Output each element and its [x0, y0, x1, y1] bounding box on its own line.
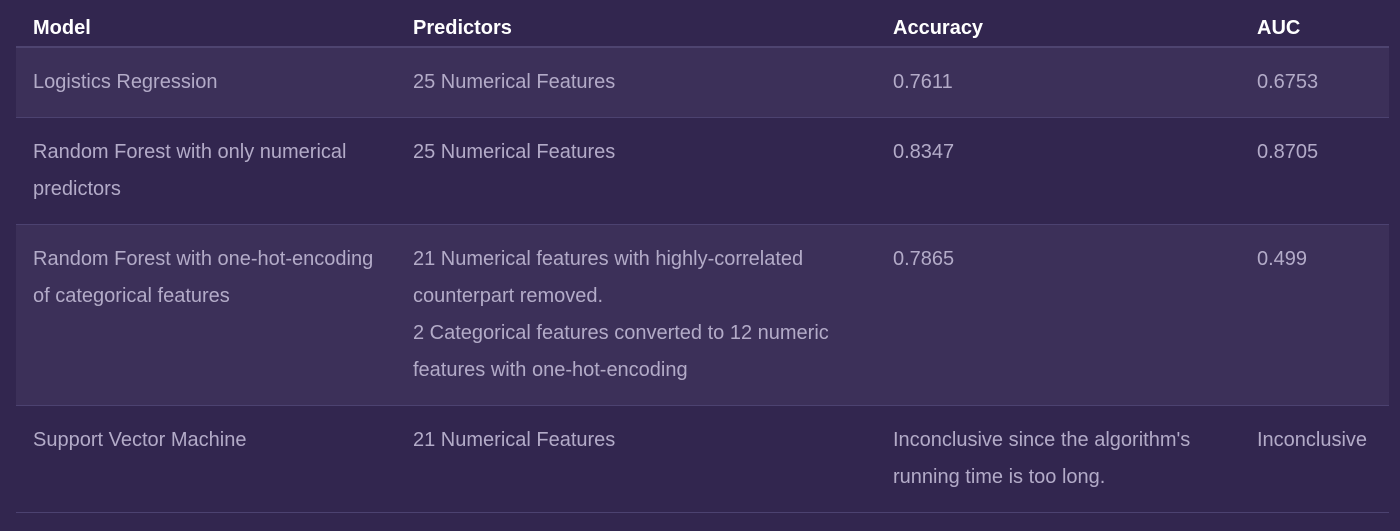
- header-predictors: Predictors: [396, 0, 876, 48]
- header-auc: AUC: [1240, 0, 1389, 48]
- cell-accuracy: 0.8347: [876, 117, 1240, 225]
- table-row: Random Forest with one-hot-encoding of c…: [16, 224, 1389, 406]
- cell-auc: Inconclusive: [1240, 405, 1389, 513]
- cell-accuracy: 0.7611: [876, 47, 1240, 118]
- cell-model: Random Forest with one-hot-encoding of c…: [16, 224, 396, 406]
- table-header-row: Model Predictors Accuracy AUC: [16, 0, 1389, 48]
- cell-accuracy: 0.7865: [876, 224, 1240, 406]
- table-row: Logistics Regression 25 Numerical Featur…: [16, 47, 1389, 118]
- cell-predictors: 25 Numerical Features: [396, 47, 876, 118]
- cell-auc: 0.499: [1240, 224, 1389, 406]
- cell-model: Random Forest with only numerical predic…: [16, 117, 396, 225]
- cell-model: Logistics Regression: [16, 47, 396, 118]
- cell-accuracy: Inconclusive since the algorithm's runni…: [876, 405, 1240, 513]
- predictor-line: 21 Numerical Features: [413, 429, 616, 451]
- header-model: Model: [16, 0, 396, 48]
- header-accuracy: Accuracy: [876, 0, 1240, 48]
- table-row: Random Forest with only numerical predic…: [16, 117, 1389, 225]
- cell-predictors: 21 Numerical features with highly-correl…: [396, 224, 876, 406]
- predictor-line: 21 Numerical features with highly-correl…: [413, 248, 804, 307]
- predictor-line: 2 Categorical features converted to 12 n…: [413, 322, 829, 381]
- table-row: Support Vector Machine 21 Numerical Feat…: [16, 405, 1389, 513]
- predictor-line: 25 Numerical Features: [413, 71, 616, 93]
- cell-model: Support Vector Machine: [16, 405, 396, 513]
- predictor-line: 25 Numerical Features: [413, 141, 616, 163]
- cell-auc: 0.6753: [1240, 47, 1389, 118]
- model-comparison-table: Model Predictors Accuracy AUC Logistics …: [16, 0, 1389, 513]
- cell-predictors: 25 Numerical Features: [396, 117, 876, 225]
- cell-auc: 0.8705: [1240, 117, 1389, 225]
- results-table-container: Model Predictors Accuracy AUC Logistics …: [16, 0, 1389, 513]
- cell-predictors: 21 Numerical Features: [396, 405, 876, 513]
